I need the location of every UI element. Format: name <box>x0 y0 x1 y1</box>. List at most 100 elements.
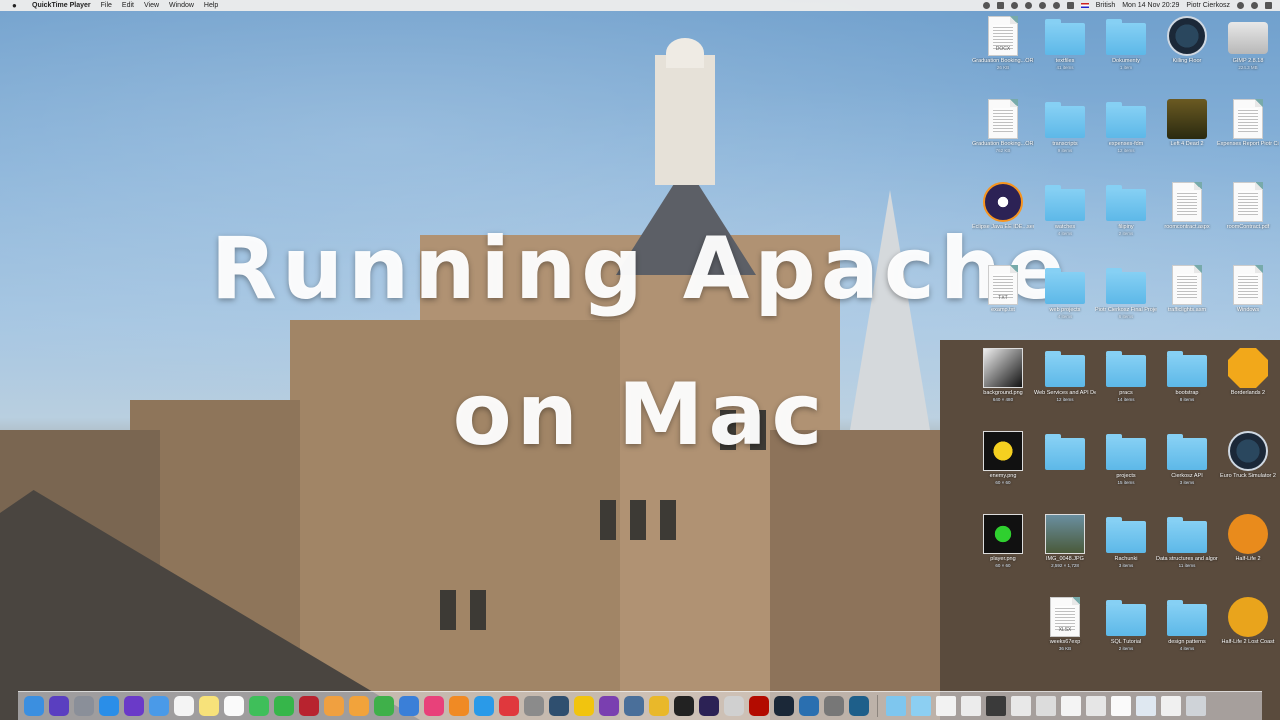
steam-icon[interactable] <box>774 696 794 716</box>
eclipse-icon[interactable] <box>699 696 719 716</box>
file-1-icon[interactable] <box>936 696 956 716</box>
record-icon[interactable] <box>982 2 990 9</box>
file-9-icon[interactable] <box>1136 696 1156 716</box>
desktop-icon[interactable]: player.png 60 × 60 <box>972 514 1034 569</box>
desktop-icon[interactable]: IMG_0048.JPG 2,592 × 1,728 <box>1034 514 1096 569</box>
menubar-clock[interactable]: Mon 14 Nov 20:29 <box>1122 2 1179 9</box>
input-source[interactable]: British <box>1096 2 1115 9</box>
terminal-icon[interactable] <box>674 696 694 716</box>
ibooks-icon[interactable] <box>449 696 469 716</box>
chrome-icon[interactable] <box>649 696 669 716</box>
clock-icon[interactable] <box>1024 2 1032 9</box>
file-10-icon[interactable] <box>1161 696 1181 716</box>
desktop-icon[interactable]: SQL Tutorial 2 items <box>1095 597 1157 652</box>
keynote-icon[interactable] <box>399 696 419 716</box>
menu-help[interactable]: Help <box>204 2 218 9</box>
wifi-icon[interactable] <box>1038 2 1046 9</box>
xcode-icon[interactable] <box>624 696 644 716</box>
desktop-icon[interactable]: Data structures and algorithms11 items <box>1156 514 1218 569</box>
finder-icon[interactable] <box>24 696 44 716</box>
desktop-icon[interactable]: design patterns 4 items <box>1156 597 1218 652</box>
desktop-icon[interactable]: Left 4 Dead 2 <box>1156 99 1218 148</box>
file-7-icon[interactable] <box>1086 696 1106 716</box>
packet-tracer-icon[interactable] <box>849 696 869 716</box>
battery-icon[interactable] <box>1066 2 1074 9</box>
desktop-icon[interactable]: Expenses Report Piotr Cierkosz <box>1217 99 1279 148</box>
desktop-icon[interactable]: pracs 14 items <box>1095 348 1157 403</box>
desktop-icon[interactable]: background.png 640 × 480 <box>972 348 1034 403</box>
applications-stack-icon[interactable] <box>886 696 906 716</box>
photos-icon[interactable] <box>324 696 344 716</box>
volume-icon[interactable] <box>1052 2 1060 9</box>
desktop-icon[interactable]: GIMP 2.8.18 224.3 MB <box>1217 16 1279 71</box>
desktop-icon[interactable]: enemy.png 60 × 60 <box>972 431 1034 486</box>
messages-icon[interactable] <box>249 696 269 716</box>
desktop-icon[interactable]: Web Services and API Development12 items <box>1034 348 1096 403</box>
desktop-icon[interactable]: web projects 4 items <box>1034 265 1096 320</box>
file-8-icon[interactable] <box>1111 696 1131 716</box>
siri-icon[interactable] <box>1251 2 1258 9</box>
launchpad-icon[interactable] <box>74 696 94 716</box>
photo-booth-icon[interactable] <box>299 696 319 716</box>
mail-icon[interactable] <box>149 696 169 716</box>
menu-app-name[interactable]: QuickTime Player <box>32 2 91 9</box>
spotlight-icon[interactable] <box>1237 2 1244 9</box>
pages-icon[interactable] <box>349 696 369 716</box>
world-icon[interactable] <box>799 696 819 716</box>
desktop-icon[interactable]: Cierkosz API 3 items <box>1156 431 1218 486</box>
dropbox-icon[interactable] <box>996 2 1004 9</box>
desktop-icon[interactable]: roomcontract.aspx <box>1156 182 1218 231</box>
desktop-icon[interactable]: Borderlands 2 <box>1217 348 1279 397</box>
file-2-icon[interactable] <box>961 696 981 716</box>
itunes-icon[interactable] <box>424 696 444 716</box>
brush-icon[interactable] <box>824 696 844 716</box>
system-preferences-icon[interactable] <box>524 696 544 716</box>
calendar-icon[interactable] <box>174 696 194 716</box>
desktop-icon[interactable]: Eclipse Java EE IDE...sed.ink <box>972 182 1034 231</box>
file-5-icon[interactable] <box>1036 696 1056 716</box>
safari-icon[interactable] <box>99 696 119 716</box>
desktop-icon[interactable]: Rachunki 3 items <box>1095 514 1157 569</box>
desktop-icon[interactable]: Killing Floor <box>1156 16 1218 65</box>
desktop-icon[interactable]: expenses-fdm 12 items <box>1095 99 1157 154</box>
file-4-icon[interactable] <box>1011 696 1031 716</box>
desktop-icon[interactable]: bootstrap 8 items <box>1156 348 1218 403</box>
desktop-icon[interactable]: XLSX weeks67exp 36 KB <box>1034 597 1096 652</box>
notes-icon[interactable] <box>199 696 219 716</box>
desktop-icon[interactable]: Dokumenty 1 item <box>1095 16 1157 71</box>
desktop-icon[interactable]: transcripts 9 items <box>1034 99 1096 154</box>
acrobat-icon[interactable] <box>749 696 769 716</box>
documents-stack-icon[interactable] <box>911 696 931 716</box>
app-store-icon[interactable] <box>474 696 494 716</box>
desktop-icon[interactable]: Windows <box>1217 265 1279 314</box>
desktop-icon[interactable]: watches 4 items <box>1034 182 1096 237</box>
siri-icon[interactable] <box>49 696 69 716</box>
desktop-icon[interactable]: roomContract.pdf <box>1217 182 1279 231</box>
desktop-icon[interactable]: Half-Life 2 Lost Coast <box>1217 597 1279 646</box>
reminders-icon[interactable] <box>224 696 244 716</box>
quicktime-icon[interactable] <box>549 696 569 716</box>
desktop-icon[interactable]: DOCX Graduation Booking...ORNING26 KB <box>972 16 1034 71</box>
desktop-icon[interactable]: Half-Life 2 <box>1217 514 1279 563</box>
skype-icon[interactable] <box>1010 2 1018 9</box>
file-6-icon[interactable] <box>1061 696 1081 716</box>
menu-edit[interactable]: Edit <box>122 2 134 9</box>
desktop-icon[interactable] <box>1034 431 1096 473</box>
sequel-icon[interactable] <box>574 696 594 716</box>
desktop-icon[interactable]: textfiles 41 items <box>1034 16 1096 71</box>
desktop-icon[interactable]: projects 15 items <box>1095 431 1157 486</box>
desktop-icon[interactable]: trafficlights.asm <box>1156 265 1218 314</box>
numbers-icon[interactable] <box>374 696 394 716</box>
facetime-icon[interactable] <box>274 696 294 716</box>
notification-center-icon[interactable] <box>1265 2 1272 9</box>
vivaldi-icon[interactable] <box>499 696 519 716</box>
menubar-user[interactable]: Piotr Cierkosz <box>1186 2 1230 9</box>
desktop-icon[interactable]: Graduation Booking...ORNING762 KB <box>972 99 1034 154</box>
menu-file[interactable]: File <box>101 2 112 9</box>
menu-window[interactable]: Window <box>169 2 194 9</box>
desktop-icon[interactable]: TXT examp.txt <box>972 265 1034 314</box>
file-3-icon[interactable] <box>986 696 1006 716</box>
tor-icon[interactable] <box>599 696 619 716</box>
apple-icon[interactable]: ● <box>12 1 24 10</box>
desktop-icon[interactable]: Euro Truck Simulator 2 <box>1217 431 1279 480</box>
